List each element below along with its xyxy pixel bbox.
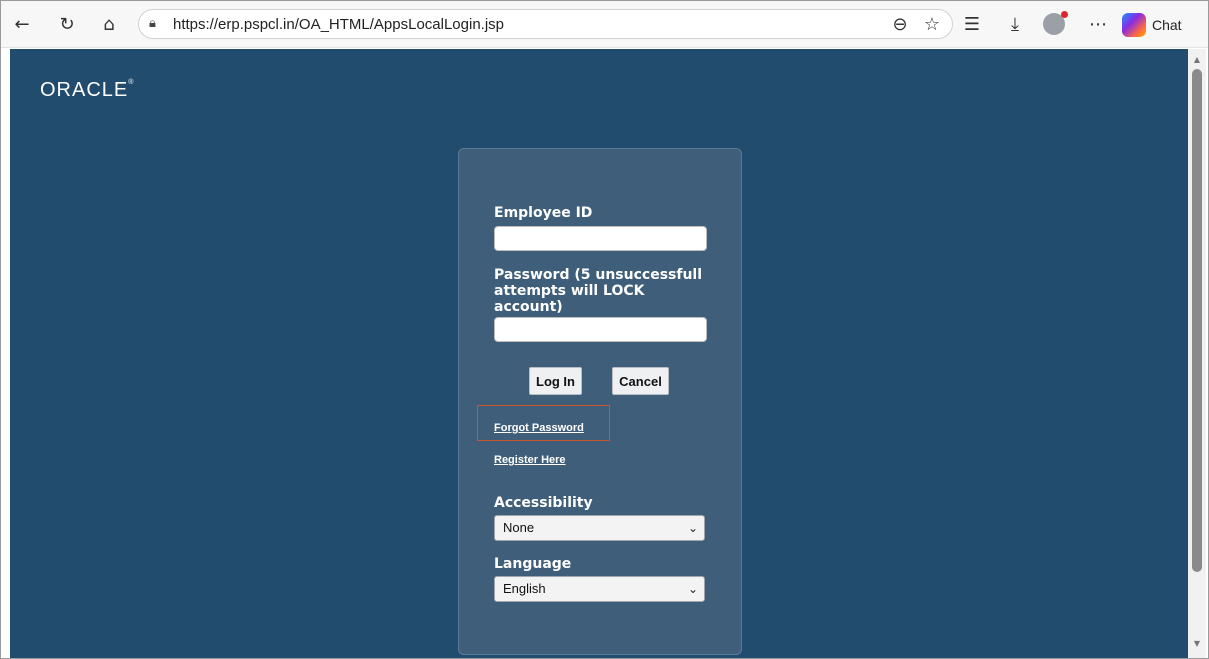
language-value: English — [503, 581, 546, 596]
scroll-up-icon[interactable]: ▲ — [1191, 55, 1203, 67]
cancel-button[interactable]: Cancel — [612, 367, 669, 395]
address-bar[interactable]: 🔒︎ https://erp.pspcl.in/OA_HTML/AppsLoca… — [138, 9, 953, 39]
site-info-icon[interactable]: 🔒︎ — [149, 16, 163, 31]
zoom-out-icon[interactable]: ⊖ — [885, 9, 915, 39]
login-page: ORACLE Employee ID Password (5 unsuccess… — [10, 49, 1188, 658]
chat-label: Chat — [1152, 17, 1182, 33]
favorite-star-icon[interactable]: ☆ — [917, 9, 947, 39]
download-icon[interactable]: ⤓ — [1000, 9, 1030, 39]
home-icon[interactable]: ⌂ — [94, 9, 124, 39]
accessibility-label: Accessibility — [494, 495, 593, 511]
more-icon[interactable]: ⋯ — [1083, 9, 1113, 39]
password-label: Password (5 unsuccessfull attempts will … — [494, 267, 703, 315]
employee-id-label: Employee ID — [494, 205, 593, 221]
language-label: Language — [494, 556, 572, 572]
scroll-down-icon[interactable]: ▼ — [1191, 639, 1203, 651]
favorites-list-icon[interactable]: ☰ — [957, 9, 987, 39]
scroll-thumb[interactable] — [1192, 69, 1202, 572]
profile-notification-dot — [1061, 11, 1068, 18]
browser-toolbar: ← ↻ ⌂ 🔒︎ https://erp.pspcl.in/OA_HTML/Ap… — [1, 1, 1208, 48]
employee-id-input[interactable] — [494, 226, 707, 251]
back-icon[interactable]: ← — [7, 9, 37, 39]
oracle-logo: ORACLE — [40, 79, 134, 102]
password-input[interactable] — [494, 317, 707, 342]
accessibility-value: None — [503, 520, 535, 535]
language-select[interactable]: English ⌄ — [494, 576, 705, 602]
vertical-scrollbar[interactable]: ▲ ▼ — [1188, 49, 1206, 658]
copilot-chat-button[interactable]: Chat — [1122, 11, 1202, 39]
chevron-down-icon: ⌄ — [687, 582, 698, 596]
login-button[interactable]: Log In — [529, 367, 582, 395]
accessibility-select[interactable]: None ⌄ — [494, 515, 705, 541]
register-here-link[interactable]: Register Here — [494, 454, 566, 466]
refresh-icon[interactable]: ↻ — [52, 9, 82, 39]
chevron-down-icon: ⌄ — [687, 521, 698, 535]
copilot-icon — [1122, 13, 1146, 37]
address-url[interactable]: https://erp.pspcl.in/OA_HTML/AppsLocalLo… — [173, 16, 504, 33]
forgot-password-link[interactable]: Forgot Password — [494, 422, 584, 434]
